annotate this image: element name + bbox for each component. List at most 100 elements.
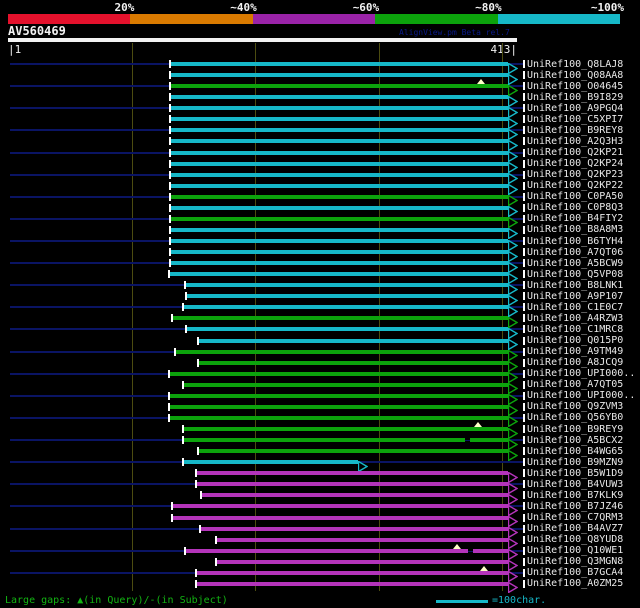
hit-label[interactable]: UniRef100_A9P107	[527, 291, 623, 302]
alignment-bar[interactable]	[170, 151, 509, 155]
alignment-bar[interactable]	[170, 206, 509, 210]
alignment-bar[interactable]	[186, 327, 508, 331]
hit-label[interactable]: UniRef100_B9REY9	[527, 424, 623, 435]
hit-label[interactable]: UniRef100_B8A8M3	[527, 224, 623, 235]
arrowhead-icon	[508, 368, 518, 379]
hit-label[interactable]: UniRef100_Q2KP23	[527, 169, 623, 180]
alignment-bar[interactable]	[170, 184, 509, 188]
hit-label[interactable]: UniRef100_B7GCA4	[527, 567, 623, 578]
alignment-bar[interactable]	[172, 504, 508, 508]
hit-label[interactable]: UniRef100_C5XPI7	[527, 114, 623, 125]
hit-label[interactable]: UniRef100_O04645	[527, 81, 623, 92]
alignment-bar[interactable]	[198, 339, 508, 343]
alignment-bar[interactable]	[170, 195, 509, 199]
hit-label[interactable]: UniRef100_Q2KP24	[527, 158, 623, 169]
hit-label[interactable]: UniRef100_Q10WE1	[527, 545, 623, 556]
alignment-bar[interactable]	[196, 471, 509, 475]
alignment-bar[interactable]	[170, 173, 509, 177]
alignment-bar[interactable]	[175, 350, 509, 354]
alignment-bar[interactable]	[170, 261, 509, 265]
alignment-bar[interactable]	[169, 394, 509, 398]
hit-label[interactable]: UniRef100_B9REY8	[527, 125, 623, 136]
hit-label[interactable]: UniRef100_A0ZM25	[527, 578, 623, 589]
alignment-bar[interactable]	[169, 372, 509, 376]
alignment-bar[interactable]	[170, 106, 509, 110]
hit-label[interactable]: UniRef100_Q2KP21	[527, 147, 623, 158]
hit-label[interactable]: UniRef100_Q56YB0	[527, 412, 623, 423]
alignment-bar[interactable]	[216, 560, 509, 564]
hit-label[interactable]: UniRef100_A7QT06	[527, 247, 623, 258]
hit-label[interactable]: UniRef100_Q015P0	[527, 335, 623, 346]
hit-label[interactable]: UniRef100_A9PGQ4	[527, 103, 623, 114]
hit-label[interactable]: UniRef100_B4WG65	[527, 446, 623, 457]
alignment-bar[interactable]	[216, 538, 509, 542]
hit-label[interactable]: UniRef100_B7KLK9	[527, 490, 623, 501]
hit-label[interactable]: UniRef100_B9MZN9	[527, 457, 623, 468]
hit-label[interactable]: UniRef100_A5BCW9	[527, 258, 623, 269]
alignment-bar[interactable]	[170, 95, 509, 99]
hit-label[interactable]: UniRef100_A4RZW3	[527, 313, 623, 324]
hit-label[interactable]: UniRef100_B8LNK1	[527, 280, 623, 291]
alignment-bar[interactable]	[196, 582, 509, 586]
alignment-bar[interactable]	[170, 239, 509, 243]
alignment-bar[interactable]	[170, 117, 509, 121]
alignment-bar[interactable]	[170, 162, 509, 166]
hit-label[interactable]: UniRef100_A9TM49	[527, 346, 623, 357]
hit-label[interactable]: UniRef100_UPI000..	[527, 390, 635, 401]
alignment-bar[interactable]	[183, 383, 508, 387]
hit-label[interactable]: UniRef100_A8JCQ9	[527, 357, 623, 368]
alignment-bar[interactable]	[170, 73, 509, 77]
alignment-bar[interactable]	[183, 460, 357, 464]
alignment-bar[interactable]	[170, 228, 509, 232]
hit-label[interactable]: UniRef100_A2Q3H3	[527, 136, 623, 147]
hit-label[interactable]: UniRef100_C1E0C7	[527, 302, 623, 313]
hit-label[interactable]: UniRef100_C0P8Q3	[527, 202, 623, 213]
hit-label[interactable]: UniRef100_C1MRC8	[527, 324, 623, 335]
hit-label[interactable]: UniRef100_Q8LAJ8	[527, 59, 623, 70]
hit-label[interactable]: UniRef100_A5BCX2	[527, 435, 623, 446]
row-end-tick	[523, 182, 525, 190]
alignment-bar[interactable]	[170, 139, 509, 143]
alignment-bar[interactable]	[170, 250, 509, 254]
alignment-bar[interactable]	[183, 427, 508, 431]
alignment-bar[interactable]	[170, 84, 509, 88]
hit-label[interactable]: UniRef100_B5W1D9	[527, 468, 623, 479]
hit-label[interactable]: UniRef100_C0PA50	[527, 191, 623, 202]
hit-label[interactable]: UniRef100_B7JZ46	[527, 501, 623, 512]
hit-label[interactable]: UniRef100_B4VUW3	[527, 479, 623, 490]
hit-label[interactable]: UniRef100_Q2KP22	[527, 180, 623, 191]
hit-label[interactable]: UniRef100_Q5VP08	[527, 269, 623, 280]
hit-label[interactable]: UniRef100_Q8YUD8	[527, 534, 623, 545]
alignment-bar[interactable]	[172, 316, 508, 320]
alignment-bar[interactable]	[169, 405, 509, 409]
alignment-bar[interactable]	[200, 527, 509, 531]
alignment-bar[interactable]	[198, 361, 508, 365]
alignment-bar[interactable]	[185, 549, 509, 553]
alignment-bar[interactable]	[170, 128, 509, 132]
hit-label[interactable]: UniRef100_A7QT05	[527, 379, 623, 390]
hit-label[interactable]: UniRef100_B4AVZ7	[527, 523, 623, 534]
alignment-bar[interactable]	[172, 516, 508, 520]
alignment-bar[interactable]	[169, 272, 509, 276]
alignment-bar[interactable]	[196, 482, 509, 486]
row-end-tick	[523, 193, 525, 201]
hit-label[interactable]: UniRef100_UPI000..	[527, 368, 635, 379]
alignment-bar[interactable]	[170, 217, 509, 221]
arrowhead-icon	[508, 169, 518, 180]
alignment-bar[interactable]	[185, 283, 509, 287]
hit-label[interactable]: UniRef100_Q3MGN8	[527, 556, 623, 567]
hit-label[interactable]: UniRef100_Q9ZVM3	[527, 401, 623, 412]
hit-label[interactable]: UniRef100_B4FIY2	[527, 213, 623, 224]
alignment-bar[interactable]	[198, 449, 508, 453]
hit-label[interactable]: UniRef100_B9I829	[527, 92, 623, 103]
alignment-bar[interactable]	[170, 62, 509, 66]
hit-label[interactable]: UniRef100_Q08AA8	[527, 70, 623, 81]
alignment-bar[interactable]	[169, 416, 509, 420]
alignment-bar[interactable]	[183, 305, 508, 309]
alignment-bar[interactable]	[196, 571, 509, 575]
alignment-bar[interactable]	[183, 438, 508, 442]
alignment-bar[interactable]	[186, 294, 508, 298]
hit-label[interactable]: UniRef100_C7QRM3	[527, 512, 623, 523]
alignment-bar[interactable]	[201, 493, 509, 497]
hit-label[interactable]: UniRef100_B6TYH4	[527, 236, 623, 247]
